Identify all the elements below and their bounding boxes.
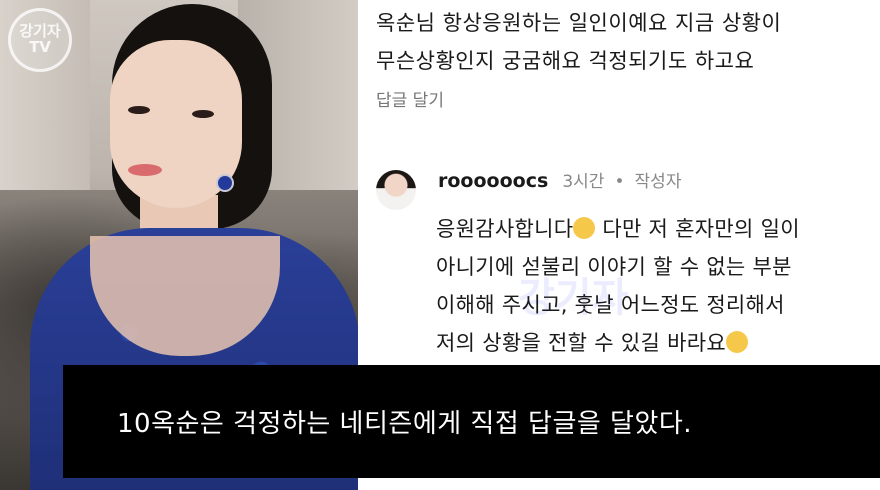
timestamp: 3시간 [562, 172, 605, 192]
comment-line: 아니기에 섣불리 이야기 할 수 없는 부분 [436, 255, 792, 279]
comment-line: 옥순님 항상응원하는 일인이예요 지금 상황이 [376, 11, 782, 35]
watermark-bottom: TV [29, 38, 51, 56]
comment-reply-text: 응원감사합니다 다만 저 혼자만의 일이 아니기에 섣불리 이야기 할 수 없는… [436, 210, 876, 362]
username[interactable]: roooooocs [438, 170, 548, 192]
person-lips [128, 164, 162, 176]
comment-line: 응원감사합니다 다만 저 혼자만의 일이 [436, 210, 876, 248]
comment-segment: 다만 저 혼자만의 일이 [595, 217, 800, 241]
avatar[interactable] [376, 170, 416, 210]
comment-segment: 응원감사합니다 [436, 217, 574, 241]
caption-box: 10옥순은 걱정하는 네티즌에게 직접 답글을 달았다. [63, 365, 880, 478]
person-eye [192, 110, 214, 118]
earring [216, 174, 234, 192]
caption-text: 10옥순은 걱정하는 네티즌에게 직접 답글을 달았다. [117, 409, 693, 439]
comment-line: 이해해 주시고, 훗날 어느정도 정리해서 [436, 293, 785, 317]
comment-line: 저의 상황을 전할 수 있길 바라요 [436, 324, 876, 362]
person-eye [128, 106, 150, 114]
reply-button[interactable]: 답글 달기 [376, 86, 444, 111]
smiling-face-emoji-icon [725, 331, 748, 353]
comment-segment: 저의 상황을 전할 수 있길 바라요 [436, 331, 726, 355]
pleading-face-emoji-icon [573, 217, 596, 239]
comment-main-text: 옥순님 항상응원하는 일인이예요 지금 상황이 무슨상황인지 궁굼해요 걱정되기… [376, 4, 876, 80]
comment-line: 무슨상황인지 궁굼해요 걱정되기도 하고요 [376, 49, 755, 73]
author-badge: 작성자 [634, 172, 682, 192]
channel-watermark-logo: 강기자 TV [8, 8, 72, 72]
reply-meta: roooooocs 3시간 • 작성자 [438, 167, 681, 192]
separator: • [614, 172, 625, 192]
